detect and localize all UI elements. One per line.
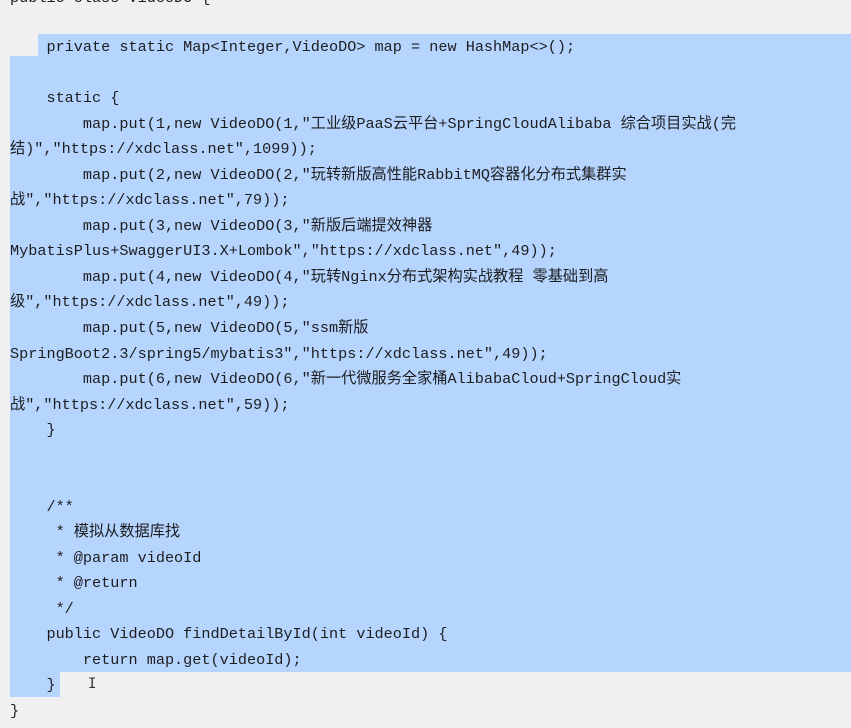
code-line[interactable]: map.put(6,new VideoDO(6,"新一代微服务全家桶Alibab…	[10, 366, 681, 392]
code-line[interactable]: * 模拟从数据库找	[10, 519, 181, 545]
code-line[interactable]: public VideoDO findDetailById(int videoI…	[10, 621, 447, 647]
code-line[interactable]: 战","https://xdclass.net",79));	[10, 187, 290, 213]
code-line[interactable]: SpringBoot2.3/spring5/mybatis3","https:/…	[10, 341, 548, 367]
code-line[interactable]: map.put(4,new VideoDO(4,"玩转Nginx分布式架构实战教…	[10, 264, 609, 290]
code-line[interactable]: public class VideoDO {	[10, 0, 211, 11]
code-line[interactable]: * @param videoId	[10, 545, 202, 571]
code-line[interactable]: map.put(3,new VideoDO(3,"新版后端提效神器	[10, 213, 432, 239]
code-line[interactable]: map.put(1,new VideoDO(1,"工业级PaaS云平台+Spri…	[10, 111, 736, 137]
code-line[interactable]: }	[10, 417, 55, 443]
code-line[interactable]: 战","https://xdclass.net",59));	[10, 392, 290, 418]
code-line[interactable]: MybatisPlus+SwaggerUI3.X+Lombok","https:…	[10, 238, 557, 264]
code-line[interactable]: /**	[10, 494, 73, 520]
code-line[interactable]: }	[10, 698, 19, 724]
code-editor[interactable]: public class VideoDO { private static Ma…	[0, 0, 851, 728]
code-line[interactable]: */	[10, 596, 74, 622]
text-cursor-icon: I	[88, 676, 97, 692]
code-line[interactable]: }	[10, 672, 55, 698]
code-line[interactable]: map.put(2,new VideoDO(2,"玩转新版高性能RabbitMQ…	[10, 162, 627, 188]
code-line[interactable]: 结)","https://xdclass.net",1099));	[10, 136, 317, 162]
code-line[interactable]: static {	[10, 85, 119, 111]
code-line[interactable]: 级","https://xdclass.net",49));	[10, 289, 290, 315]
code-line[interactable]: private static Map<Integer,VideoDO> map …	[10, 34, 575, 60]
code-line[interactable]: map.put(5,new VideoDO(5,"ssm新版	[10, 315, 369, 341]
code-line[interactable]: return map.get(videoId);	[10, 647, 302, 673]
code-line[interactable]: * @return	[10, 570, 138, 596]
